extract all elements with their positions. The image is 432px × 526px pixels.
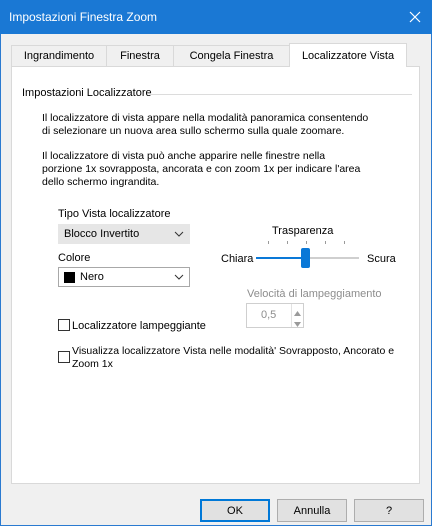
spinner-arrows: [291, 304, 303, 327]
slider-tick: [344, 241, 345, 244]
text-line: Zoom 1x: [72, 358, 113, 370]
chevron-down-icon: [174, 229, 184, 242]
ok-button-label: OK: [227, 504, 243, 517]
tab-localizzatore-vista[interactable]: Localizzatore Vista: [289, 43, 407, 67]
blink-checkbox[interactable]: [58, 319, 70, 331]
help-button-label: ?: [385, 504, 393, 517]
type-label: Tipo Vista localizzatore: [58, 208, 171, 220]
tab-label: Localizzatore Vista: [301, 49, 395, 62]
chevron-down-icon: [174, 272, 184, 285]
blink-speed-label: Velocità di lampeggiamento: [247, 288, 382, 300]
slider-thumb[interactable]: [301, 248, 311, 268]
dialog-body: Ingrandimento Finestra Congela Finestra …: [0, 34, 432, 526]
ok-button[interactable]: OK: [200, 499, 270, 522]
tab-finestra[interactable]: Finestra: [106, 45, 174, 66]
slider-tick: [268, 241, 269, 244]
tab-congela-finestra[interactable]: Congela Finestra: [173, 45, 290, 66]
blink-speed-spinner[interactable]: 0,5: [246, 303, 304, 328]
help-button[interactable]: ?: [354, 499, 424, 522]
description-1: Il localizzatore di vista appare nella m…: [42, 112, 368, 138]
color-select[interactable]: Nero: [58, 267, 190, 287]
tab-label: Congela Finestra: [189, 50, 274, 62]
text-line: porzione 1x sovrapposta, ancorata e con …: [42, 163, 361, 175]
text-line: dello schermo ingrandita.: [42, 176, 160, 188]
tab-panel: Impostazioni Localizzatore Il localizzat…: [11, 66, 420, 484]
blink-speed-value: 0,5: [261, 309, 277, 321]
slider-fill: [256, 257, 306, 259]
transparency-label: Trasparenza: [272, 225, 334, 237]
show-locator-checkbox-label[interactable]: Visualizza localizzatore Vista nelle mod…: [72, 345, 394, 371]
transparency-max-label: Scura: [367, 253, 396, 265]
cancel-button-label: Annulla: [293, 504, 331, 517]
color-swatch: [64, 271, 75, 283]
show-locator-checkbox[interactable]: [58, 351, 70, 363]
text-line: di selezionare un nuova area sullo scher…: [42, 125, 345, 137]
text-line: Visualizza localizzatore Vista nelle mod…: [72, 345, 395, 357]
transparency-min-label: Chiara: [221, 253, 254, 265]
color-value: Nero: [80, 271, 104, 283]
description-2: Il localizzatore di vista può anche appa…: [42, 150, 360, 189]
slider-tick: [287, 241, 288, 244]
tab-label: Finestra: [120, 50, 160, 62]
spin-down-icon[interactable]: [294, 318, 301, 330]
color-label: Colore: [58, 252, 91, 264]
group-title: Impostazioni Localizzatore: [22, 87, 152, 99]
slider-tick: [306, 241, 307, 244]
text-line: Il localizzatore di vista può anche appa…: [42, 150, 326, 162]
text-line: Il localizzatore di vista appare nella m…: [42, 112, 369, 124]
blink-checkbox-label[interactable]: Localizzatore lampeggiante: [72, 320, 206, 332]
title-bar: Impostazioni Finestra Zoom: [0, 0, 432, 34]
window-title: Impostazioni Finestra Zoom: [9, 10, 158, 24]
tab-label: Ingrandimento: [23, 50, 95, 62]
close-icon[interactable]: [398, 0, 432, 34]
group-divider: [150, 94, 412, 95]
type-value: Blocco Invertito: [64, 228, 140, 240]
slider-tick: [325, 241, 326, 244]
cancel-button[interactable]: Annulla: [277, 499, 347, 522]
tab-ingrandimento[interactable]: Ingrandimento: [11, 45, 107, 66]
type-select[interactable]: Blocco Invertito: [58, 224, 190, 244]
